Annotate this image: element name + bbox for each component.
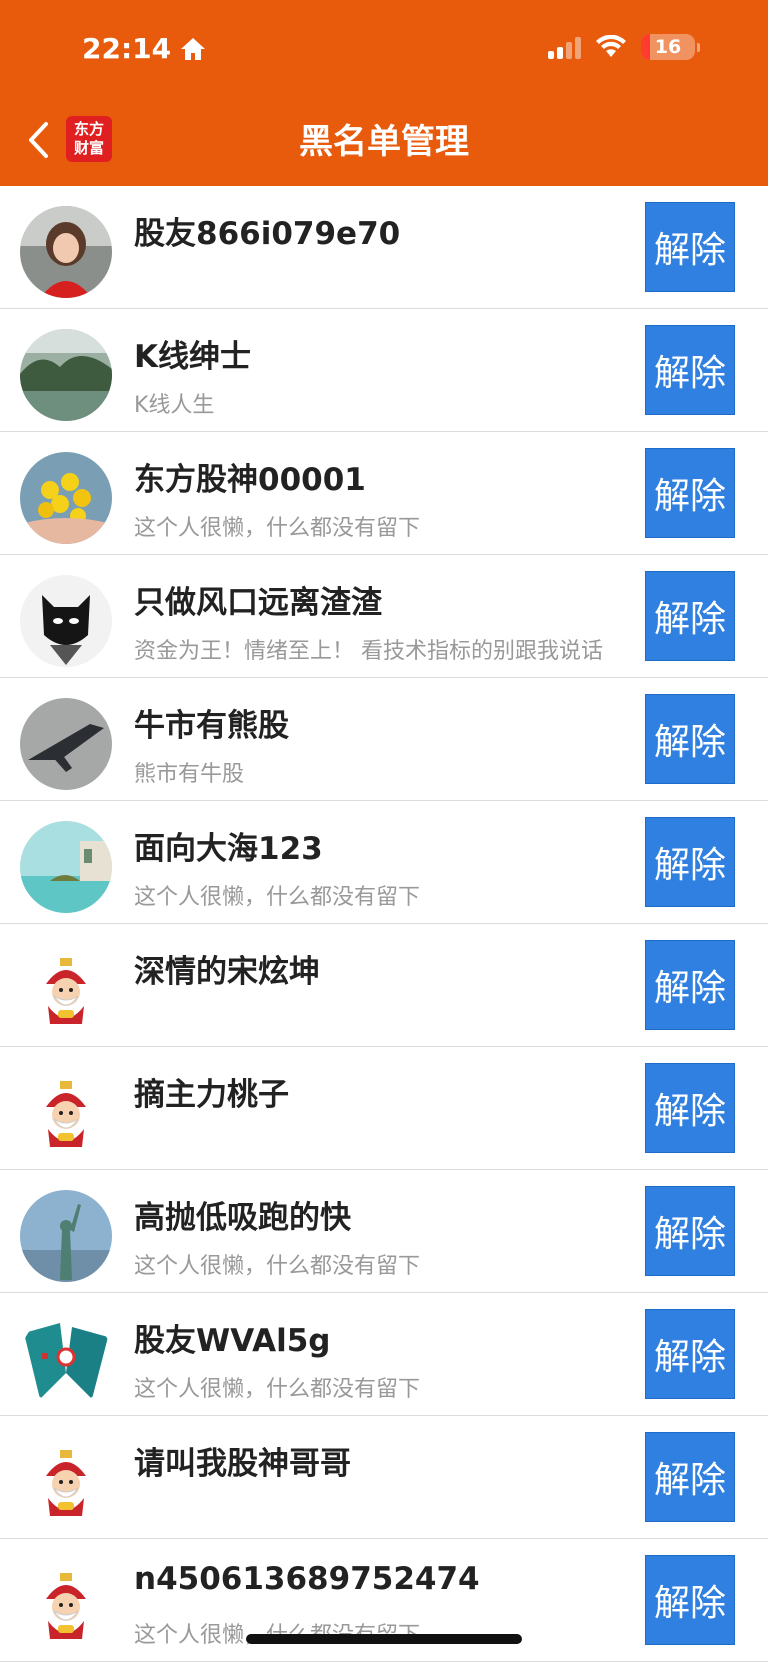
home-icon [181, 37, 206, 60]
user-avatar[interactable] [20, 1436, 112, 1528]
blocked-user-row[interactable]: 股友866i079e70 解除 [0, 186, 768, 309]
user-avatar[interactable] [20, 206, 112, 298]
user-signature: 这个人很懒，什么都没有留下 [134, 885, 421, 910]
blocked-user-row[interactable]: 牛市有熊股熊市有牛股 解除 [0, 678, 768, 801]
blocked-user-row[interactable]: 摘主力桃子 解除 [0, 1047, 768, 1170]
unblock-button[interactable]: 解除 [645, 448, 735, 538]
user-name: 请叫我股神哥哥 [134, 1446, 351, 1482]
battery-cap [697, 42, 700, 52]
battery-icon: 16 [641, 34, 695, 60]
unblock-button[interactable]: 解除 [645, 1063, 735, 1153]
user-name: 股友WVAl5g [134, 1323, 331, 1359]
signal-icon [548, 35, 581, 59]
user-avatar[interactable] [20, 575, 112, 667]
user-avatar[interactable] [20, 944, 112, 1036]
user-name: 高抛低吸跑的快 [134, 1200, 351, 1236]
user-signature: K线人生 [134, 393, 215, 418]
unblock-button[interactable]: 解除 [645, 325, 735, 415]
wifi-icon [596, 35, 626, 57]
user-avatar[interactable] [20, 1313, 112, 1405]
blocked-user-row[interactable]: 深情的宋炫坤 解除 [0, 924, 768, 1047]
user-signature: 这个人很懒，什么都没有留下 [134, 1617, 629, 1649]
user-avatar[interactable] [20, 821, 112, 913]
user-name: n450613689752474 [134, 1561, 480, 1597]
user-name: 东方股神00001 [134, 462, 366, 498]
user-avatar[interactable] [20, 698, 112, 790]
unblock-button[interactable]: 解除 [645, 1309, 735, 1399]
user-name: K线绅士 [134, 339, 252, 375]
user-name: 股友866i079e70 [134, 216, 401, 252]
unblock-button[interactable]: 解除 [645, 817, 735, 907]
top-bar: 22:14 16 东方财富 黑名单管理 [0, 0, 768, 186]
user-signature: 这个人很懒，什么都没有留下 [134, 1377, 421, 1402]
user-avatar[interactable] [20, 1559, 112, 1651]
unblock-button[interactable]: 解除 [645, 1186, 735, 1276]
blocked-user-row[interactable]: 东方股神00001 这个人很懒，什么都没有留下 解除 [0, 432, 768, 555]
user-name: 只做风口远离渣渣 [134, 585, 382, 621]
unblock-button[interactable]: 解除 [645, 940, 735, 1030]
unblock-button[interactable]: 解除 [645, 202, 735, 292]
user-signature: 熊市有牛股 [134, 762, 245, 787]
page-title: 黑名单管理 [299, 122, 469, 162]
user-name: 摘主力桃子 [134, 1077, 289, 1113]
user-name: 牛市有熊股 [134, 708, 289, 744]
blocked-user-row[interactable]: 只做风口远离渣渣资金为王！情绪至上！ 看技术指标的别跟我说话 解除 [0, 555, 768, 678]
battery-level-text: 16 [654, 36, 682, 58]
home-indicator [246, 1634, 522, 1644]
blocklist: 股友866i079e70 解除 K线绅士 K线人生 解除 东方股神00001 这个人很懒，什… [0, 186, 768, 1662]
battery-level-fill [641, 34, 650, 60]
unblock-button[interactable]: 解除 [645, 1432, 735, 1522]
status-bar-icons: 16 [548, 34, 700, 60]
unblock-button[interactable]: 解除 [645, 571, 735, 661]
user-avatar[interactable] [20, 1067, 112, 1159]
user-signature: 资金为王！情绪至上！ 看技术指标的别跟我说话 [134, 639, 603, 664]
blocked-user-row[interactable]: K线绅士 K线人生 解除 [0, 309, 768, 432]
status-bar-time: 22:14 [82, 32, 207, 65]
user-signature: 这个人很懒，什么都没有留下 [134, 1254, 421, 1279]
status-time-text: 22:14 [82, 32, 172, 65]
blocked-user-row[interactable]: 股友WVAl5g 这个人很懒，什么都没有留下 解除 [0, 1293, 768, 1416]
blocked-user-row[interactable]: 面向大海123 这个人很懒，什么都没有留下 解除 [0, 801, 768, 924]
user-name: 深情的宋炫坤 [134, 954, 320, 990]
blocked-user-row[interactable]: 高抛低吸跑的快这个人很懒，什么都没有留下 解除 [0, 1170, 768, 1293]
blocked-user-row[interactable]: 请叫我股神哥哥 解除 [0, 1416, 768, 1539]
user-signature: 这个人很懒，什么都没有留下 [134, 516, 421, 541]
user-name: 面向大海123 [134, 831, 323, 867]
user-avatar[interactable] [20, 452, 112, 544]
user-avatar[interactable] [20, 1190, 112, 1282]
user-avatar[interactable] [20, 329, 112, 421]
unblock-button[interactable]: 解除 [645, 1555, 735, 1645]
unblock-button[interactable]: 解除 [645, 694, 735, 784]
